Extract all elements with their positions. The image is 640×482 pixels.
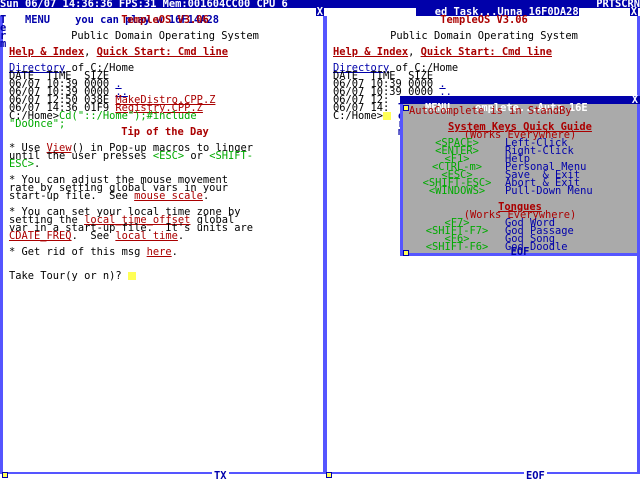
help-index-link[interactable]: Help & Index (9, 46, 84, 58)
popup-footer: EOF (510, 246, 530, 258)
os-subheader: Public Domain Operating System (71, 30, 259, 42)
autocomplete-popup[interactable]: MENU omplete...Auto 16E X AutoComplete i… (400, 95, 640, 258)
os-header: TempleOS V3.06 (121, 14, 209, 26)
command-text: Cd("::/Home");#include (59, 110, 197, 122)
left-window-bottom-border[interactable]: TX (0, 470, 326, 482)
resize-handle[interactable] (403, 250, 409, 256)
right-window-close-button[interactable]: X (629, 7, 638, 17)
command-prompt: C:/Home> (333, 110, 384, 122)
left-term-label: Term (0, 14, 7, 50)
left-window-content: TempleOS V3.06 Public Domain Operating S… (9, 14, 321, 282)
quick-start-link[interactable]: Quick Start: Cmd line (421, 46, 552, 58)
esc-key-label: <ESC> (152, 150, 185, 162)
popup-titlebar[interactable]: MENU omplete...Auto 16E X (400, 95, 640, 113)
left-window-resize-handle[interactable] (2, 472, 8, 478)
text-cursor (383, 112, 392, 120)
left-window-footer: TX (212, 470, 229, 482)
cdate-freq-link[interactable]: CDATE_FREQ (9, 230, 72, 242)
key-row[interactable]: <WINDOWS> Pull-Down Menu (409, 186, 631, 196)
here-link[interactable]: here (147, 246, 172, 258)
local-time-link[interactable]: local time (115, 230, 178, 242)
left-window-close-button[interactable]: X (315, 7, 324, 17)
text-cursor (127, 272, 136, 280)
mouse-scale-link[interactable]: mouse scale (134, 190, 203, 202)
right-window-bottom-border[interactable]: EOF (324, 470, 640, 482)
popup-close-button[interactable]: X (632, 95, 638, 105)
os-header: TempleOS V3.06 (440, 14, 528, 26)
tour-prompt: Take Tour(y or n)? (9, 270, 128, 282)
left-terminal-window[interactable]: MENU you can play w 16F14A28 X TempleOS … (0, 7, 326, 482)
right-window-resize-handle[interactable] (326, 472, 332, 478)
right-window-footer: EOF (524, 470, 547, 482)
quick-start-link[interactable]: Quick Start: Cmd line (97, 46, 228, 58)
help-index-link[interactable]: Help & Index (333, 46, 408, 58)
autocomplete-status: AutoComplete is in StandBy (409, 105, 572, 117)
os-subheader: Public Domain Operating System (390, 30, 578, 42)
status-text: Sun 06/07 14:36:36 FPS:31 Mem:001604CC00… (0, 0, 288, 10)
resize-handle[interactable] (403, 105, 409, 111)
